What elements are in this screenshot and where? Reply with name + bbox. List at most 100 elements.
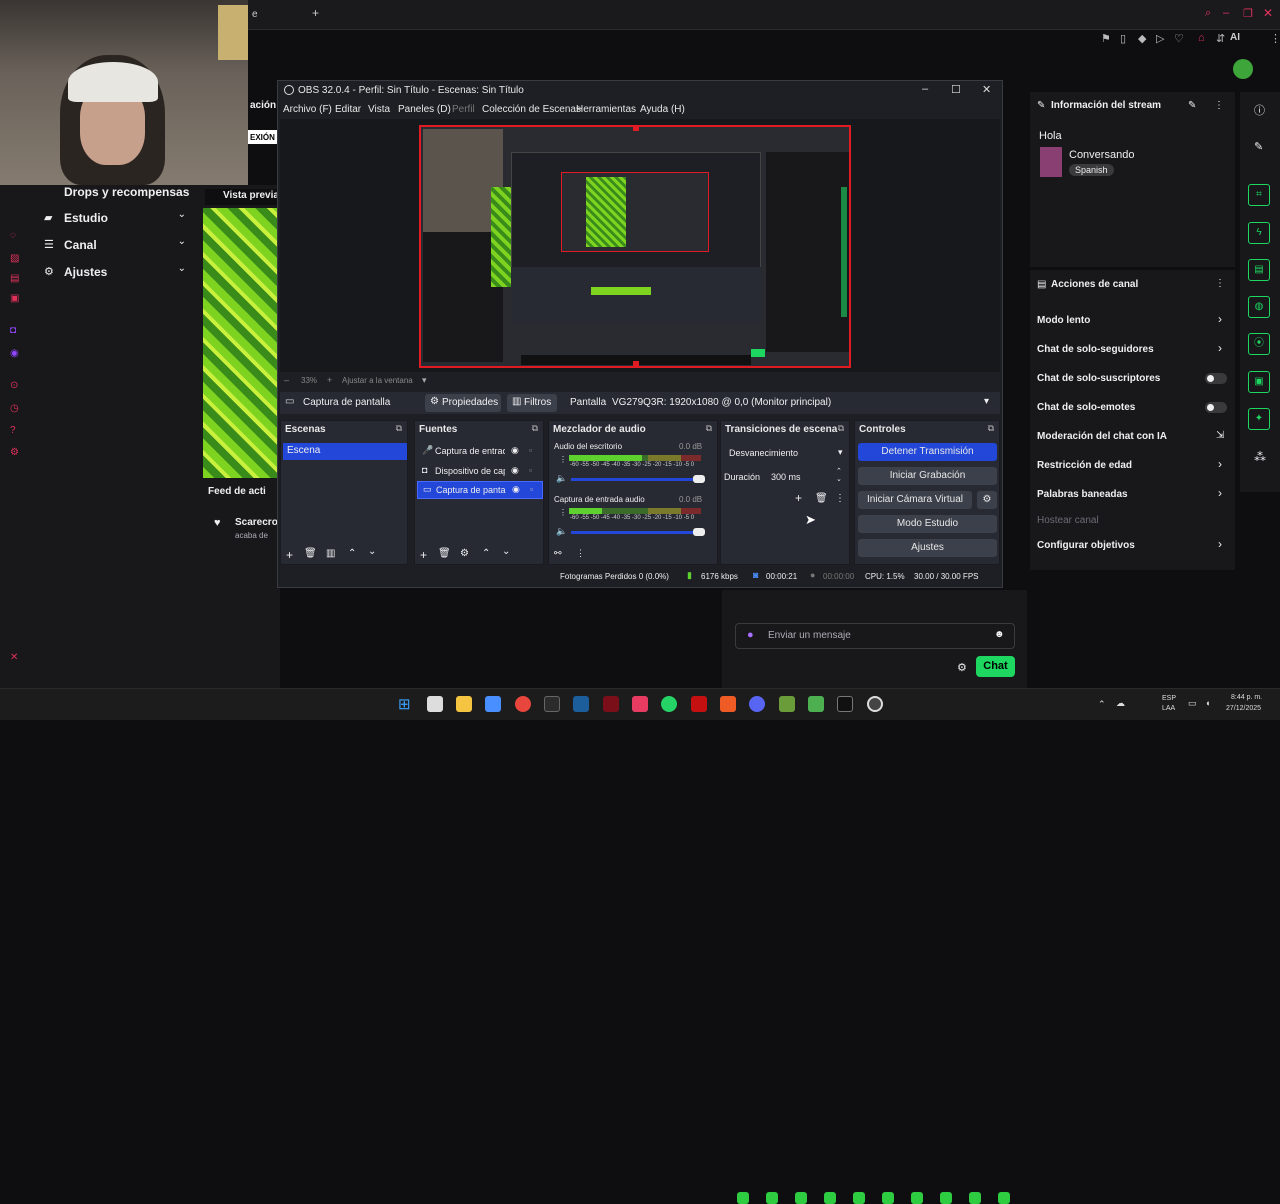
more-icon[interactable]: ⋮	[559, 455, 567, 464]
undock-icon[interactable]: ⧉	[838, 423, 844, 434]
action-palabras-baneadas[interactable]: Palabras baneadas ›	[1030, 486, 1235, 504]
volume-slider[interactable]	[571, 531, 703, 534]
search-icon[interactable]: ⌕	[1205, 7, 1211, 20]
emote[interactable]	[882, 1192, 894, 1204]
volume-icon[interactable]: 🔈	[556, 473, 567, 484]
windows-start-icon[interactable]: ⊞	[398, 695, 411, 713]
transition-select[interactable]: Desvanecimiento ▾	[726, 444, 848, 462]
chrome-icon[interactable]	[515, 696, 531, 712]
emote[interactable]	[940, 1192, 952, 1204]
zoom-out-button[interactable]: –	[284, 375, 289, 385]
nav-item-ajustes[interactable]: ⚙ Ajustes ⌄	[0, 263, 200, 281]
minecraft-icon[interactable]	[779, 696, 795, 712]
undock-icon[interactable]: ⧉	[532, 423, 538, 434]
menu-herramientas[interactable]: Herramientas	[576, 104, 636, 115]
stepper-up-icon[interactable]: ⌃	[836, 467, 842, 475]
menu-perfil[interactable]: Perfil	[452, 104, 475, 115]
action-configurar-objetivos[interactable]: Configurar objetivos ›	[1030, 537, 1235, 555]
language-indicator-sub[interactable]: LAA	[1162, 705, 1175, 712]
edit-icon[interactable]: ✎	[1188, 100, 1196, 111]
source-item[interactable]: ◘ Dispositivo de cap ◉ ▫	[417, 463, 543, 480]
properties-button[interactable]: ⚙ Propiedades	[425, 394, 501, 412]
virtual-camera-button[interactable]: Iniciar Cámara Virtual	[858, 491, 972, 509]
app-icon[interactable]	[691, 696, 707, 712]
emote[interactable]	[853, 1192, 865, 1204]
menu-vista[interactable]: Vista	[368, 104, 390, 115]
nav-item-drops[interactable]: Drops y recompensas	[0, 185, 200, 203]
minimize-icon[interactable]: –	[1223, 7, 1229, 19]
volume-slider[interactable]	[571, 478, 703, 481]
clip-icon[interactable]: ⌗	[1248, 184, 1270, 206]
whatsapp-icon[interactable]	[661, 696, 677, 712]
emote[interactable]	[795, 1192, 807, 1204]
obs-taskbar-icon[interactable]	[867, 696, 883, 712]
emote[interactable]	[969, 1192, 981, 1204]
app-icon[interactable]	[544, 696, 560, 712]
action-moderacion-ia[interactable]: Moderación del chat con IA ⇲	[1030, 428, 1235, 446]
subs-only-toggle[interactable]	[1205, 373, 1227, 384]
emote[interactable]	[766, 1192, 778, 1204]
lightning-icon[interactable]: ϟ	[1248, 222, 1270, 244]
undock-icon[interactable]: ⧉	[706, 423, 712, 434]
stop-stream-button[interactable]: Detener Transmisión	[858, 443, 997, 461]
heart-icon[interactable]: ♡	[1174, 32, 1184, 45]
volume-icon[interactable]: ◖	[1205, 698, 1210, 708]
extension-icon[interactable]: ⚑	[1101, 32, 1111, 45]
app-icon[interactable]	[720, 696, 736, 712]
chat-send-button[interactable]: Chat	[976, 656, 1015, 677]
minimize-icon[interactable]: –	[922, 83, 928, 95]
chat-bubble-icon[interactable]: ◍	[1248, 296, 1270, 318]
info-icon[interactable]: ⓘ	[1254, 102, 1265, 118]
undock-icon[interactable]: ⧉	[988, 423, 994, 434]
menu-ayuda[interactable]: Ayuda (H)	[640, 104, 685, 115]
chevron-up-icon[interactable]: ⌃	[1098, 699, 1106, 710]
twitch-icon[interactable]: ◘	[10, 325, 16, 336]
gear-icon[interactable]: ⚙	[460, 548, 469, 559]
volume-slider-handle[interactable]	[693, 475, 705, 483]
gear-icon[interactable]: ⚙	[957, 661, 967, 674]
zoom-in-button[interactable]: +	[327, 375, 332, 385]
language-tag[interactable]: Spanish	[1069, 164, 1114, 176]
lock-icon[interactable]: ▫	[530, 484, 533, 494]
clock-time[interactable]: 8:44 p. m.	[1231, 694, 1262, 701]
chevron-down-icon[interactable]: ▾	[422, 375, 427, 386]
more-icon[interactable]: ⋮	[1214, 100, 1224, 111]
stream-preview-image[interactable]	[203, 208, 278, 478]
studio-mode-button[interactable]: Modo Estudio	[858, 515, 997, 533]
trash-icon[interactable]: 🗑	[815, 493, 828, 504]
add-icon[interactable]: +	[420, 548, 427, 562]
music-icon[interactable]	[632, 696, 648, 712]
emote-only-toggle[interactable]	[1205, 402, 1227, 413]
filter-icon[interactable]: ▥	[326, 548, 335, 559]
virtual-camera-settings-button[interactable]: ⚙	[977, 491, 997, 509]
chevron-down-icon[interactable]: ⌄	[368, 546, 376, 557]
maximize-icon[interactable]: ❐	[1243, 7, 1253, 20]
emote[interactable]	[911, 1192, 923, 1204]
clock-date[interactable]: 27/12/2025	[1226, 705, 1261, 712]
history-icon[interactable]: ◷	[10, 403, 19, 414]
chevron-down-icon[interactable]: ⌄	[502, 546, 510, 557]
add-icon[interactable]: +	[286, 548, 293, 562]
menu-coleccion-escenas[interactable]: Colección de Escenas	[482, 104, 581, 115]
settings-button[interactable]: Ajustes	[858, 539, 997, 557]
volume-icon[interactable]: 🔈	[556, 526, 567, 537]
steam-icon[interactable]	[573, 696, 589, 712]
copilot-icon[interactable]	[485, 696, 501, 712]
trash-icon[interactable]: 🗑	[304, 548, 317, 559]
play-icon[interactable]: ▷	[1156, 32, 1164, 45]
add-icon[interactable]: +	[795, 491, 802, 505]
trash-icon[interactable]: 🗑	[438, 548, 451, 559]
eye-icon[interactable]: ◉	[511, 445, 519, 456]
new-tab-button[interactable]: +	[312, 6, 319, 20]
emoji-icon[interactable]: ☻	[994, 629, 1005, 640]
volume-slider-handle[interactable]	[693, 528, 705, 536]
source-item-selected[interactable]: ▭ Captura de panta ◉ ▫	[417, 481, 543, 499]
fit-window-label[interactable]: Ajustar a la ventana	[342, 376, 413, 385]
bookmark-icon[interactable]: ▯	[1120, 32, 1126, 45]
channel-icon[interactable]: ▣	[10, 293, 19, 304]
undock-icon[interactable]: ⧉	[396, 423, 402, 434]
discord-icon[interactable]: ◉	[10, 348, 19, 359]
more-icon[interactable]: ⋮	[1270, 32, 1280, 45]
filters-button[interactable]: ▥ Filtros	[507, 394, 557, 412]
chevron-up-icon[interactable]: ⌃	[348, 548, 356, 559]
